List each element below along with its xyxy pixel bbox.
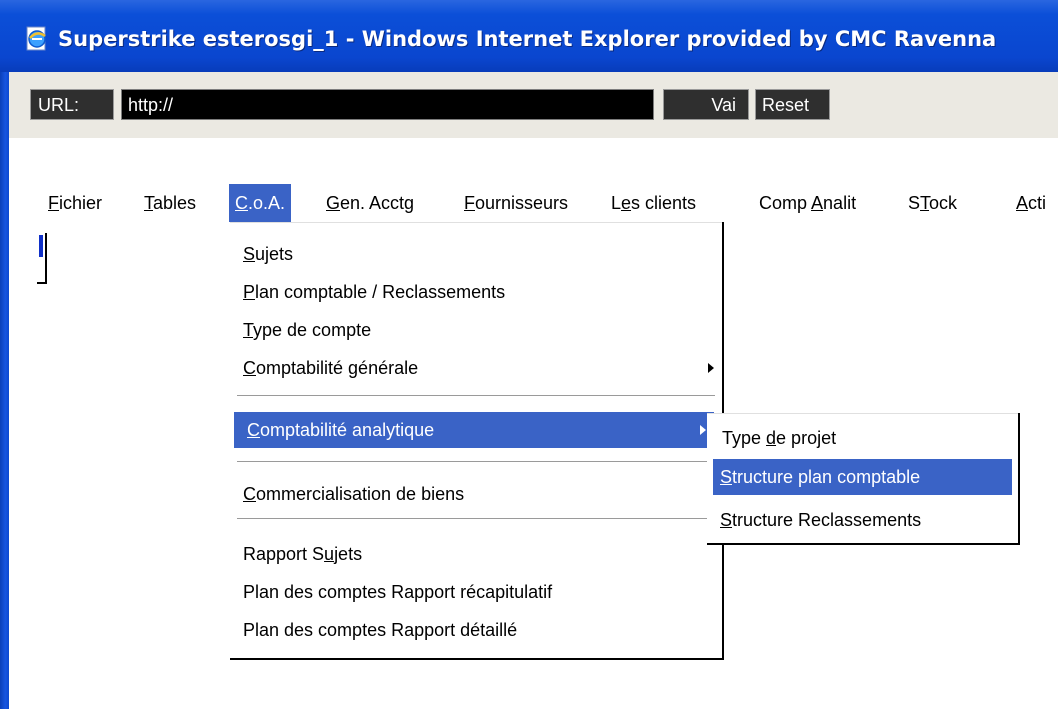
- window-title: Superstrike esterosgi_1 - Windows Intern…: [58, 27, 997, 51]
- menu-item-rapport-sujets[interactable]: Rapport Sujets: [230, 536, 722, 572]
- menu-acti[interactable]: Acti: [1016, 184, 1046, 222]
- menu-comp-analit[interactable]: Comp Analit: [759, 184, 856, 222]
- ie-page-icon: [26, 26, 46, 51]
- menu-tables[interactable]: Tables: [144, 184, 196, 222]
- window-titlebar[interactable]: Superstrike esterosgi_1 - Windows Intern…: [0, 0, 1058, 72]
- menu-coa[interactable]: C.o.A.: [229, 184, 292, 222]
- url-label: URL:: [30, 89, 114, 120]
- menu-separator: [237, 461, 715, 465]
- menu-separator: [237, 395, 715, 399]
- menu-gen-acctg[interactable]: Gen. Acctg: [326, 184, 414, 222]
- submenu-arrow-icon: [700, 425, 706, 435]
- submenu-arrow-icon: [708, 363, 714, 373]
- menu-les-clients[interactable]: Les clients: [611, 184, 696, 222]
- address-toolbar: URL: http:// Vai Reset: [9, 72, 1058, 138]
- menu-item-sujets[interactable]: Sujets: [230, 236, 722, 272]
- analytic-submenu: Type de projet Structure plan comptable …: [707, 413, 1020, 545]
- url-input[interactable]: http://: [121, 89, 654, 120]
- menu-stock[interactable]: STock: [908, 184, 957, 222]
- menu-item-comptabilite-analytique[interactable]: Comptabilité analytique: [234, 412, 714, 448]
- menu-separator: [237, 518, 715, 522]
- menu-item-rapport-recapitulatif[interactable]: Plan des comptes Rapport récapitulatif: [230, 574, 722, 610]
- menu-item-plan-comptable[interactable]: Plan comptable / Reclassements: [230, 274, 722, 310]
- text-cursor-widget: [37, 233, 47, 284]
- menu-item-comptabilite-generale[interactable]: Comptabilité générale: [230, 350, 722, 386]
- coa-dropdown-menu: Sujets Plan comptable / Reclassements Ty…: [230, 222, 724, 660]
- go-button[interactable]: Vai: [663, 89, 749, 120]
- menu-item-rapport-detaille[interactable]: Plan des comptes Rapport détaillé: [230, 612, 722, 648]
- submenu-item-structure-reclassements[interactable]: Structure Reclassements: [707, 502, 1018, 538]
- submenu-item-type-de-projet[interactable]: Type de projet: [707, 420, 1018, 456]
- menu-fichier[interactable]: Fichier: [48, 184, 102, 222]
- menu-fournisseurs[interactable]: Fournisseurs: [464, 184, 568, 222]
- window-left-border: [0, 72, 9, 709]
- menu-item-type-de-compte[interactable]: Type de compte: [230, 312, 722, 348]
- submenu-item-structure-plan-comptable[interactable]: Structure plan comptable: [713, 459, 1012, 495]
- menu-item-commercialisation[interactable]: Commercialisation de biens: [230, 476, 722, 512]
- reset-button[interactable]: Reset: [755, 89, 830, 120]
